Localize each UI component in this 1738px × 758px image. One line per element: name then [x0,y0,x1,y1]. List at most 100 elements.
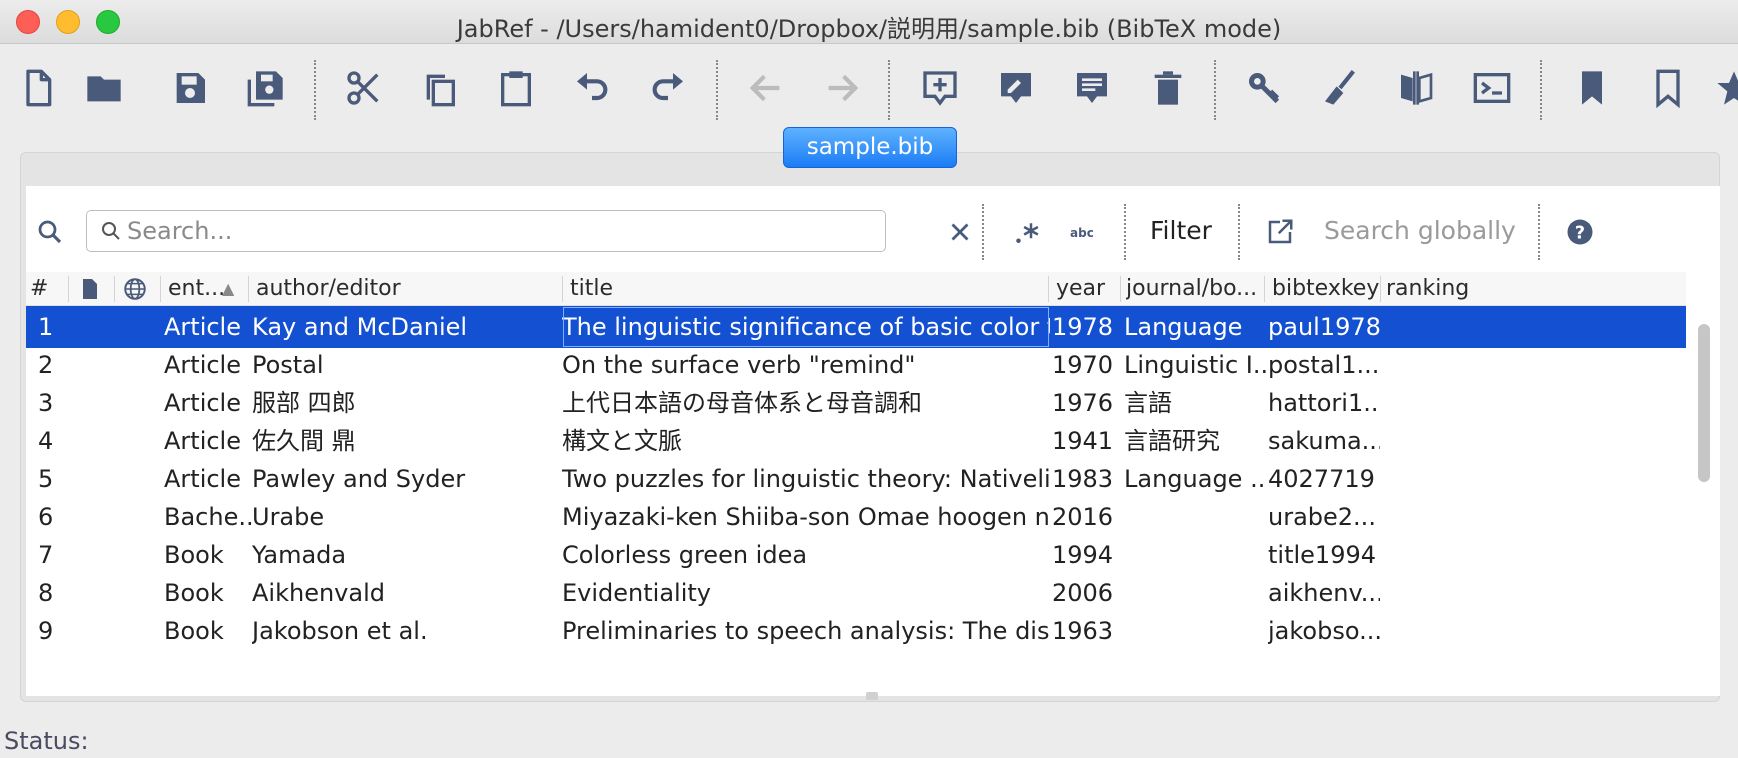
regex-icon[interactable] [1008,214,1044,250]
column-divider [1120,276,1121,302]
column-divider [1380,276,1381,302]
bookmark-filled-icon[interactable] [1570,66,1614,110]
search-placeholder: Search... [127,217,233,245]
cell-key: hattori1... [1268,389,1380,417]
resize-grip[interactable] [866,692,878,700]
cell-journal: 言語研究 [1124,427,1220,455]
cell-author: Kay and McDaniel [252,313,468,341]
toolbar-separator [1214,60,1216,120]
cell-year: 1976 [1052,389,1114,417]
terminal-icon[interactable] [1470,66,1514,110]
redo-icon[interactable] [646,66,690,110]
cell-year: 1994 [1052,541,1114,569]
copy-icon[interactable] [418,66,462,110]
cell-num: 9 [38,617,54,645]
cell-year: 2016 [1052,503,1114,531]
cell-journal: 言語 [1124,389,1172,417]
paste-icon[interactable] [494,66,538,110]
bookmark-outline-icon[interactable] [1646,66,1690,110]
tab-sample-bib[interactable]: sample.bib [783,127,957,168]
search-separator [1538,204,1540,260]
search-globally-button[interactable]: Search globally [1324,216,1516,245]
cell-journal [1124,610,1266,652]
vertical-scrollbar[interactable] [1698,324,1710,482]
cell-num: 3 [38,389,54,417]
column-header-bibtexkey[interactable]: bibtexkey [1272,272,1380,306]
cell-ranking [1384,382,1494,424]
save-all-icon[interactable] [244,66,288,110]
star-icon[interactable] [1712,66,1738,110]
table-row[interactable]: 7 Book Yamada Colorless green idea 1994 title… [26,534,1686,576]
comment-icon[interactable] [1070,66,1114,110]
file-column-icon[interactable] [78,272,108,306]
search-input[interactable]: Search... [86,210,886,252]
undo-icon[interactable] [570,66,614,110]
cell-title: The linguistic significance of basic col… [562,306,1050,348]
column-header-number[interactable]: # [30,272,66,306]
cell-author: 服部 四郎 [252,389,356,417]
merge-icon[interactable] [1394,66,1438,110]
table-row[interactable]: 2 Article Postal On the surface verb "remin… [26,344,1686,386]
column-divider [562,276,563,302]
column-header-title[interactable]: title [570,272,1040,306]
new-file-icon[interactable] [16,66,60,110]
back-icon[interactable] [744,66,788,110]
table-row[interactable]: 8 Book Aikhenvald Evidentiality 2006 aikhenv.… [26,572,1686,614]
cell-author: Pawley and Syder [252,465,466,493]
save-icon[interactable] [168,66,212,110]
search-bar: Search... abc Filter Search globally ? [26,186,1720,272]
case-sensitive-icon[interactable]: abc [1066,214,1102,250]
column-divider [68,276,69,302]
cell-title: Preliminaries to speech analysis: The di… [562,617,1050,645]
cell-ranking [1384,534,1494,576]
cell-ranking [1384,496,1494,538]
column-header-year[interactable]: year [1056,272,1120,306]
new-entry-icon[interactable] [918,66,962,110]
toolbar-separator [716,60,718,120]
help-icon[interactable]: ? [1562,214,1598,250]
column-header-journal[interactable]: journal/bo... [1126,272,1266,306]
cell-journal [1124,572,1266,614]
cell-type: Article [164,351,241,379]
edit-entry-icon[interactable] [994,66,1038,110]
forward-icon[interactable] [820,66,864,110]
key-icon[interactable] [1242,66,1286,110]
table-row[interactable]: 5 Article Pawley and Syder Two puzzles for … [26,458,1686,500]
entry-table: 1 Article Kay and McDaniel The linguistic s… [26,306,1686,688]
svg-text:?: ? [1575,223,1585,243]
cell-type: Bache... [164,503,252,531]
toolbar-separator [1540,60,1542,120]
filter-button[interactable]: Filter [1150,216,1212,245]
cleanup-icon[interactable] [1318,66,1362,110]
cell-author: 佐久間 鼎 [252,427,356,455]
window-title: JabRef - /Users/hamident0/Dropbox/説明用/sa… [456,15,1282,43]
cell-year: 1983 [1052,465,1114,493]
cell-num: 1 [38,313,54,341]
open-global-search-icon[interactable] [1262,214,1298,250]
cell-key: sakuma... [1268,427,1380,455]
main-toolbar [0,44,1738,126]
cell-year: 1978 [1052,313,1114,341]
open-folder-icon[interactable] [82,66,126,110]
svg-text:abc: abc [1070,226,1094,240]
url-column-icon[interactable] [122,272,152,306]
cell-key: 4027719 [1268,465,1375,493]
cell-ranking [1384,610,1494,652]
column-header-ranking[interactable]: ranking [1386,272,1496,306]
cell-title: Two puzzles for linguistic theory: Nativ… [562,465,1050,493]
cut-icon[interactable] [342,66,386,110]
table-row[interactable]: 3 Article 服部 四郎 上代日本語の母音体系と母音調和 1976 言語 hattor… [26,382,1686,424]
table-row[interactable]: 9 Book Jakobson et al. Preliminaries to spe… [26,610,1686,652]
cell-author: Jakobson et al. [252,617,428,645]
cell-type: Article [164,389,241,417]
cell-title: On the surface verb "remind" [562,351,916,379]
table-row[interactable]: 1 Article Kay and McDaniel The linguistic s… [26,306,1686,348]
cell-ranking [1384,344,1494,386]
column-header-author[interactable]: author/editor [256,272,556,306]
table-row[interactable]: 6 Bache... Urabe Miyazaki-ken Shiiba-son Om… [26,496,1686,538]
column-divider [1048,276,1049,302]
table-row[interactable]: 4 Article 佐久間 鼎 構文と文脈 1941 言語研究 sakuma... [26,420,1686,462]
status-bar: Status: [4,727,89,755]
delete-icon[interactable] [1146,66,1190,110]
clear-search-icon[interactable] [942,214,978,250]
